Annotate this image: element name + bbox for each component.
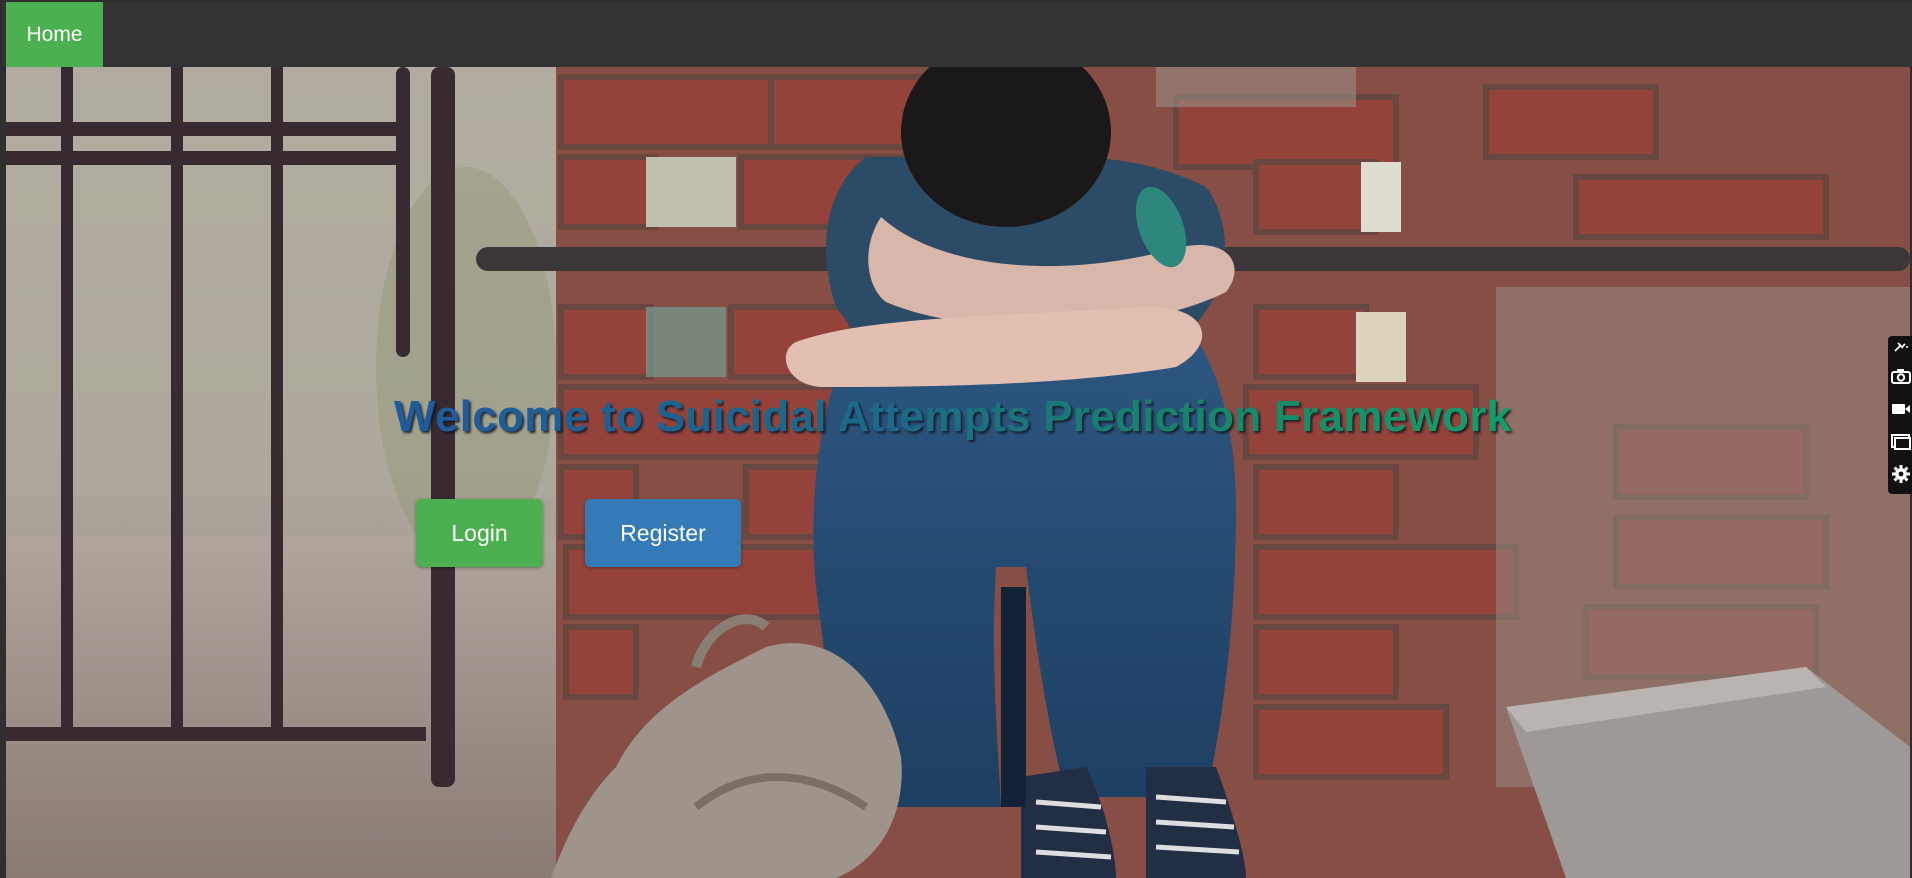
- register-button[interactable]: Register: [585, 499, 741, 567]
- floating-tool-panel: [1888, 336, 1912, 494]
- hero-background: [6, 67, 1910, 878]
- hero-background-photo: [6, 67, 1910, 878]
- camera-icon[interactable]: [1888, 362, 1912, 390]
- browser-viewport: Home Welcome to Suicidal Attempts Predic…: [0, 0, 1912, 878]
- video-icon[interactable]: [1888, 395, 1912, 423]
- gear-icon[interactable]: [1888, 460, 1912, 488]
- login-button[interactable]: Login: [416, 499, 543, 567]
- top-navbar: Home: [2, 2, 1912, 67]
- screen-icon[interactable]: [1888, 428, 1912, 456]
- page-title: Welcome to Suicidal Attempts Prediction …: [394, 392, 1534, 442]
- pin-icon[interactable]: [1888, 338, 1912, 356]
- nav-home-link[interactable]: Home: [6, 2, 103, 67]
